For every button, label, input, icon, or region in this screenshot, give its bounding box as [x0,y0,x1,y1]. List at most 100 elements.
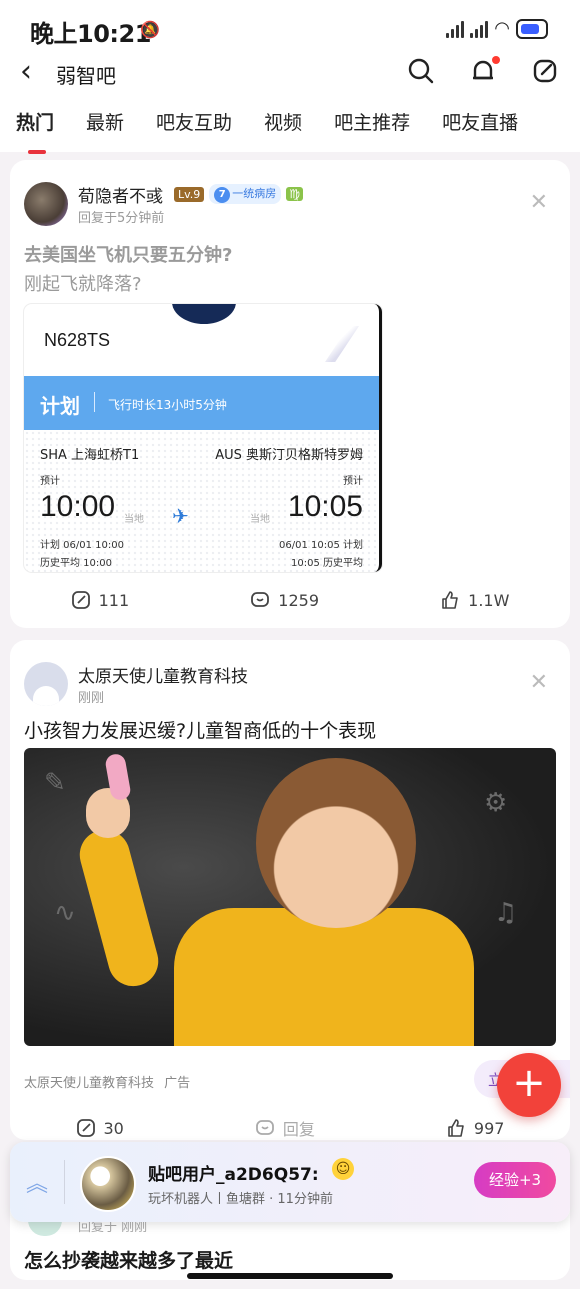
wifi-icon: ◠ [494,18,510,39]
nav-bar: ‹ 弱智吧 [0,50,580,96]
search-icon[interactable] [404,54,438,88]
avatar[interactable] [24,662,68,706]
share-count: 30 [103,1118,124,1138]
post-card[interactable]: 荀隐者不彧 Lv.9 7 一统病房 ♍ 回复于5分钟前 ✕ 去美国坐飞机只要五分钟… [10,160,570,628]
comment-button[interactable]: 1259 [250,590,319,610]
local-label-right: 当地 [250,514,270,525]
comment-count: 1259 [278,590,319,610]
airplane-icon: ✈ [172,504,189,528]
post-meta: 刚刚 [78,691,105,706]
bell-muted-icon: 🔕 [140,20,160,39]
page-title: 弱智吧 [56,64,116,88]
flight-destination: AUS 奥斯汀贝格斯特罗姆 [215,448,363,463]
ad-tag: 广告 [164,1076,191,1091]
back-icon[interactable]: ‹ [20,54,32,89]
post-actions: 111 1259 1.1W [10,590,570,610]
chevron-up-icon[interactable]: ︽ [26,1166,48,1198]
notification-dot [492,56,500,64]
comment-label: 回复 [282,1120,315,1139]
post-actions: 30 回复 997 [10,1116,570,1140]
post-title[interactable]: 小孩智力发展迟缓?儿童智商低的十个表现 [24,716,376,743]
tab-live[interactable]: 吧友直播 [442,108,518,146]
arrival-time: 10:05 [287,490,363,523]
thumbs-up-icon [448,1119,464,1137]
home-indicator[interactable] [187,1273,393,1279]
tab-video[interactable]: 视频 [264,108,302,146]
planned-right: 06/01 10:05 计划 [279,540,363,551]
post-meta: 回复于5分钟前 [78,211,165,226]
like-button[interactable]: 1.1W [440,590,509,610]
share-count: 111 [98,590,130,610]
group-badge: 7 一统病房 [209,184,282,204]
like-button[interactable]: 997 [446,1116,504,1140]
comment-icon [255,1120,274,1135]
doodle-decor: ♫ [494,898,518,928]
local-label-left: 当地 [124,514,144,525]
notification-bell-icon[interactable] [466,54,500,88]
smile-emoji-icon: ☺ [332,1158,354,1180]
toast-username: 贴吧用户_a2D6Q57: [148,1165,319,1185]
group-label: 一统病房 [232,187,277,200]
share-icon [76,1119,95,1137]
nav-actions [404,54,562,88]
airplane-tail-icon [325,326,359,362]
tab-help[interactable]: 吧友互助 [156,108,232,146]
divider [94,392,95,412]
planned-left: 计划 06/01 10:00 [40,540,124,551]
comment-button[interactable]: 回复 [255,1116,315,1140]
tab-recommend[interactable]: 吧主推荐 [334,108,410,146]
zodiac-icon: ♍ [286,187,304,201]
tab-hot[interactable]: 热门 [16,108,54,154]
post-title[interactable]: 怎么抄袭越来越多了最近 [24,1246,233,1273]
status-icons: ◠ [446,18,548,39]
top-header: 晚上10:21 🔕 ◠ ‹ 弱智吧 热门 最新 吧友互助 视频 吧主推荐 吧友直… [0,0,580,154]
avatar [80,1156,136,1212]
author-name[interactable]: 太原天使儿童教育科技 [78,662,248,687]
share-button[interactable]: 30 [76,1116,124,1140]
post-title[interactable]: 去美国坐飞机只要五分钟? [24,242,232,270]
doodle-decor: ∿ [54,898,76,928]
group-number: 7 [214,187,231,203]
flight-header: N628TS [24,304,379,376]
author-name[interactable]: 荀隐者不彧 [78,182,163,207]
status-time: 晚上10:21 [30,20,151,48]
toast-subtitle: 玩坏机器人丨鱼塘群 · 11分钟前 [148,1192,333,1207]
flight-circle-decor [172,304,236,324]
exp-button[interactable]: 经验+3 [474,1162,556,1198]
thumbs-up-icon [442,591,458,609]
ad-post-card[interactable]: 太原天使儿童教育科技 刚刚 ✕ 小孩智力发展迟缓?儿童智商低的十个表现 ✎ ∿ … [10,640,570,1140]
doodle-decor: ⚙ [484,788,508,818]
departure-time: 10:00 [40,490,116,523]
post-subtitle[interactable]: 刚起飞就降落? [24,270,142,296]
flight-number: N628TS [44,330,111,350]
signal-icon [446,20,465,38]
author-badges: Lv.9 7 一统病房 ♍ [174,184,304,204]
flight-origin: SHA 上海虹桥T1 [40,448,140,463]
child-body [174,908,474,1046]
avatar[interactable] [24,182,68,226]
flight-status: 计划 [40,394,80,418]
comment-icon [251,592,270,607]
flight-status-band: 计划 飞行时长13小时5分钟 [24,376,379,430]
doodle-decor: ✎ [44,768,66,798]
add-post-button[interactable]: + [497,1053,561,1117]
flight-image[interactable]: N628TS 计划 飞行时长13小时5分钟 SHA 上海虹桥T1 AUS 奥斯汀… [24,304,382,572]
ad-source-name: 太原天使儿童教育科技 [24,1076,155,1091]
divider [64,1160,65,1204]
history-right: 10:05 历史平均 [291,558,363,569]
close-icon[interactable]: ✕ [530,670,548,695]
tab-bar: 热门 最新 吧友互助 视频 吧主推荐 吧友直播 [0,108,580,154]
ad-image[interactable]: ✎ ∿ ⚙ ♫ ☂ [24,748,556,1046]
close-icon[interactable]: ✕ [530,190,548,215]
level-badge: Lv.9 [174,186,205,202]
battery-icon [516,18,548,39]
like-count: 1.1W [468,590,510,610]
compose-icon[interactable] [528,54,562,88]
activity-toast[interactable]: ︽ 贴吧用户_a2D6Q57: ☺ 玩坏机器人丨鱼塘群 · 11分钟前 经验+3 [10,1142,570,1222]
flight-duration: 飞行时长13小时5分钟 [108,398,227,412]
share-button[interactable]: 111 [71,590,130,610]
child-arm [74,824,164,992]
tab-latest[interactable]: 最新 [86,108,124,146]
share-icon [71,591,90,609]
estimate-label-left: 预计 [40,476,60,487]
